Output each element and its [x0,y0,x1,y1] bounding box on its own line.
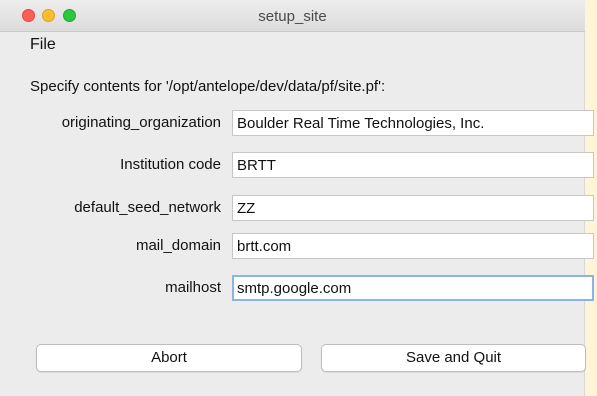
mailhost-input[interactable] [232,275,594,301]
field-row-default-seed-network: default_seed_network [0,195,594,221]
field-row-mail-domain: mail_domain [0,233,594,259]
menu-file[interactable]: File [30,36,56,54]
mailhost-label: mailhost [165,279,221,296]
form-heading: Specify contents for '/opt/antelope/dev/… [30,78,386,95]
institution-code-label: Institution code [120,156,221,173]
setup-site-window: setup_site File Specify contents for '/o… [0,0,594,396]
default-seed-network-input[interactable] [232,195,594,221]
default-seed-network-label: default_seed_network [74,199,221,216]
abort-button[interactable]: Abort [36,344,302,372]
field-row-mailhost: mailhost [0,275,594,301]
field-row-originating-organization: originating_organization [0,110,594,136]
window-title: setup_site [258,8,327,25]
save-and-quit-button[interactable]: Save and Quit [321,344,586,372]
mail-domain-input[interactable] [232,233,594,259]
originating-organization-input[interactable] [232,110,594,136]
field-row-institution-code: Institution code [0,152,594,178]
mail-domain-label: mail_domain [135,237,221,254]
title-bar: setup_site [0,0,585,32]
menu-bar: File [0,32,585,60]
originating-organization-label: originating_organization [61,114,221,131]
institution-code-input[interactable] [232,152,594,178]
